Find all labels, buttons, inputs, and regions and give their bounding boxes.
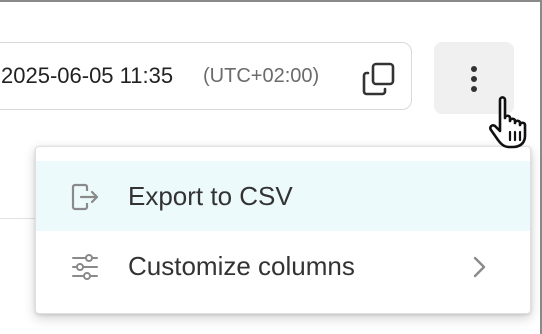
menu-item-label: Export to CSV <box>128 181 293 211</box>
row-divider <box>0 218 36 219</box>
menu-item-customize-columns[interactable]: Customize columns <box>36 231 530 301</box>
file-export-icon <box>70 183 100 211</box>
sliders-icon <box>70 253 100 281</box>
chevron-right-icon <box>472 255 488 279</box>
copy-icon[interactable] <box>361 61 397 97</box>
timestamp-field[interactable]: 2025-06-05 11:35 (UTC+02:00) <box>0 42 412 110</box>
timestamp-timezone: (UTC+02:00) <box>203 65 320 87</box>
menu-item-label: Customize columns <box>128 251 355 281</box>
more-options-button[interactable] <box>434 42 514 114</box>
window-border-top <box>0 0 542 2</box>
timestamp-value: 2025-06-05 11:35 <box>1 63 174 88</box>
menu-item-export-csv[interactable]: Export to CSV <box>36 161 530 231</box>
options-menu: Export to CSV Customize columns <box>35 146 531 314</box>
